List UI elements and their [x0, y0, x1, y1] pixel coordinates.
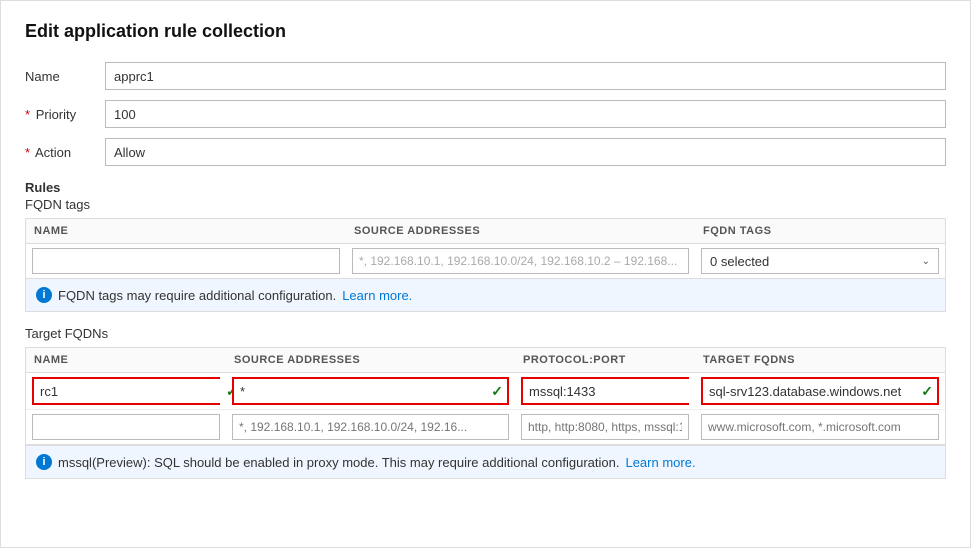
target-fqdns-protocol-header: PROTOCOL:PORT	[515, 354, 695, 366]
target-fqdns-row2-source-cell	[226, 410, 515, 444]
target-fqdns-table: NAME SOURCE ADDRESSES PROTOCOL:PORT TARG…	[25, 347, 946, 445]
target-fqdns-learn-more-link[interactable]: Learn more.	[625, 455, 695, 470]
target-fqdns-row2-name-input[interactable]	[32, 414, 220, 440]
chevron-down-icon: ⌄	[922, 256, 930, 267]
target-fqdns-info-icon: i	[36, 454, 52, 470]
target-fqdns-row2-fqdns-input[interactable]	[701, 414, 939, 440]
fqdn-tags-table: NAME SOURCE ADDRESSES FQDN TAGS *, 192.1…	[25, 218, 946, 279]
target-fqdns-row1-protocol-wrapper: ✓	[521, 377, 689, 405]
fqdn-tags-name-header: NAME	[26, 225, 346, 237]
target-fqdns-row2-protocol-cell	[515, 410, 695, 444]
page-title: Edit application rule collection	[25, 21, 946, 42]
action-input[interactable]	[105, 138, 946, 166]
rules-label: Rules	[25, 180, 946, 195]
target-fqdns-info-bar: i mssql(Preview): SQL should be enabled …	[25, 445, 946, 479]
target-fqdns-name-header: NAME	[26, 354, 226, 366]
target-fqdns-row2-name-cell	[26, 410, 226, 444]
fqdn-tags-info-icon: i	[36, 287, 52, 303]
fqdn-tags-row1-dropdown[interactable]: 0 selected ⌄	[701, 248, 939, 274]
action-required: *	[25, 145, 30, 160]
target-fqdns-row1-source-cell: ✓	[226, 373, 515, 409]
action-label: * Action	[25, 145, 105, 160]
name-input[interactable]	[105, 62, 946, 90]
name-row: Name	[25, 62, 946, 90]
page-container: Edit application rule collection Name * …	[0, 0, 971, 548]
target-fqdns-row1-source-input[interactable]	[234, 379, 487, 403]
target-fqdns-row2-protocol-input[interactable]	[521, 414, 689, 440]
action-row: * Action	[25, 138, 946, 166]
target-fqdns-info-text: mssql(Preview): SQL should be enabled in…	[58, 455, 619, 470]
target-fqdns-label: Target FQDNs	[25, 326, 946, 341]
target-fqdns-row1-fqdns-cell: ✓	[695, 373, 945, 409]
target-fqdns-row-1: ✓ ✓ ✓ ✓	[26, 373, 945, 410]
target-fqdns-row1-protocol-cell: ✓	[515, 373, 695, 409]
priority-required: *	[25, 107, 30, 122]
target-fqdns-row1-protocol-input[interactable]	[523, 379, 711, 403]
fqdn-tags-row1-source-display[interactable]: *, 192.168.10.1, 192.168.10.0/24, 192.16…	[352, 248, 689, 274]
fqdn-tags-info-text: FQDN tags may require additional configu…	[58, 288, 336, 303]
target-fqdns-header-row: NAME SOURCE ADDRESSES PROTOCOL:PORT TARG…	[26, 348, 945, 373]
fqdn-tags-row1-name-input[interactable]	[32, 248, 340, 274]
fqdn-tags-source-header: SOURCE ADDRESSES	[346, 225, 695, 237]
fqdn-tags-row1-fqdntags-cell: 0 selected ⌄	[695, 244, 945, 278]
target-fqdns-row1-name-cell: ✓	[26, 373, 226, 409]
fqdn-tags-row1-source-cell: *, 192.168.10.1, 192.168.10.0/24, 192.16…	[346, 244, 695, 278]
name-label: Name	[25, 69, 105, 84]
target-fqdns-row-2	[26, 410, 945, 444]
fqdn-tags-selected-text: 0 selected	[710, 254, 769, 269]
fqdn-tags-row-1: *, 192.168.10.1, 192.168.10.0/24, 192.16…	[26, 244, 945, 278]
fqdns-check-icon: ✓	[917, 383, 937, 400]
fqdn-tags-header-row: NAME SOURCE ADDRESSES FQDN TAGS	[26, 219, 945, 244]
target-fqdns-row1-source-wrapper: ✓	[232, 377, 509, 405]
fqdn-tags-fqdntags-header: FQDN TAGS	[695, 225, 945, 237]
target-fqdns-fqdns-header: TARGET FQDNS	[695, 354, 945, 366]
target-fqdns-row2-source-input[interactable]	[232, 414, 509, 440]
target-fqdns-row1-name-wrapper: ✓	[32, 377, 220, 405]
target-fqdns-row2-fqdns-cell	[695, 410, 945, 444]
target-fqdns-source-header: SOURCE ADDRESSES	[226, 354, 515, 366]
priority-label: * Priority	[25, 107, 105, 122]
fqdn-tags-learn-more-link[interactable]: Learn more.	[342, 288, 412, 303]
target-fqdns-row1-name-input[interactable]	[34, 379, 222, 403]
target-fqdns-row1-fqdns-wrapper: ✓	[701, 377, 939, 405]
fqdn-tags-row1-name-cell	[26, 244, 346, 278]
target-fqdns-row1-fqdns-input[interactable]	[703, 379, 917, 403]
source-check-icon: ✓	[487, 383, 507, 400]
fqdn-tags-info-bar: i FQDN tags may require additional confi…	[25, 279, 946, 312]
fqdn-tags-label: FQDN tags	[25, 197, 946, 212]
priority-row: * Priority	[25, 100, 946, 128]
priority-input[interactable]	[105, 100, 946, 128]
